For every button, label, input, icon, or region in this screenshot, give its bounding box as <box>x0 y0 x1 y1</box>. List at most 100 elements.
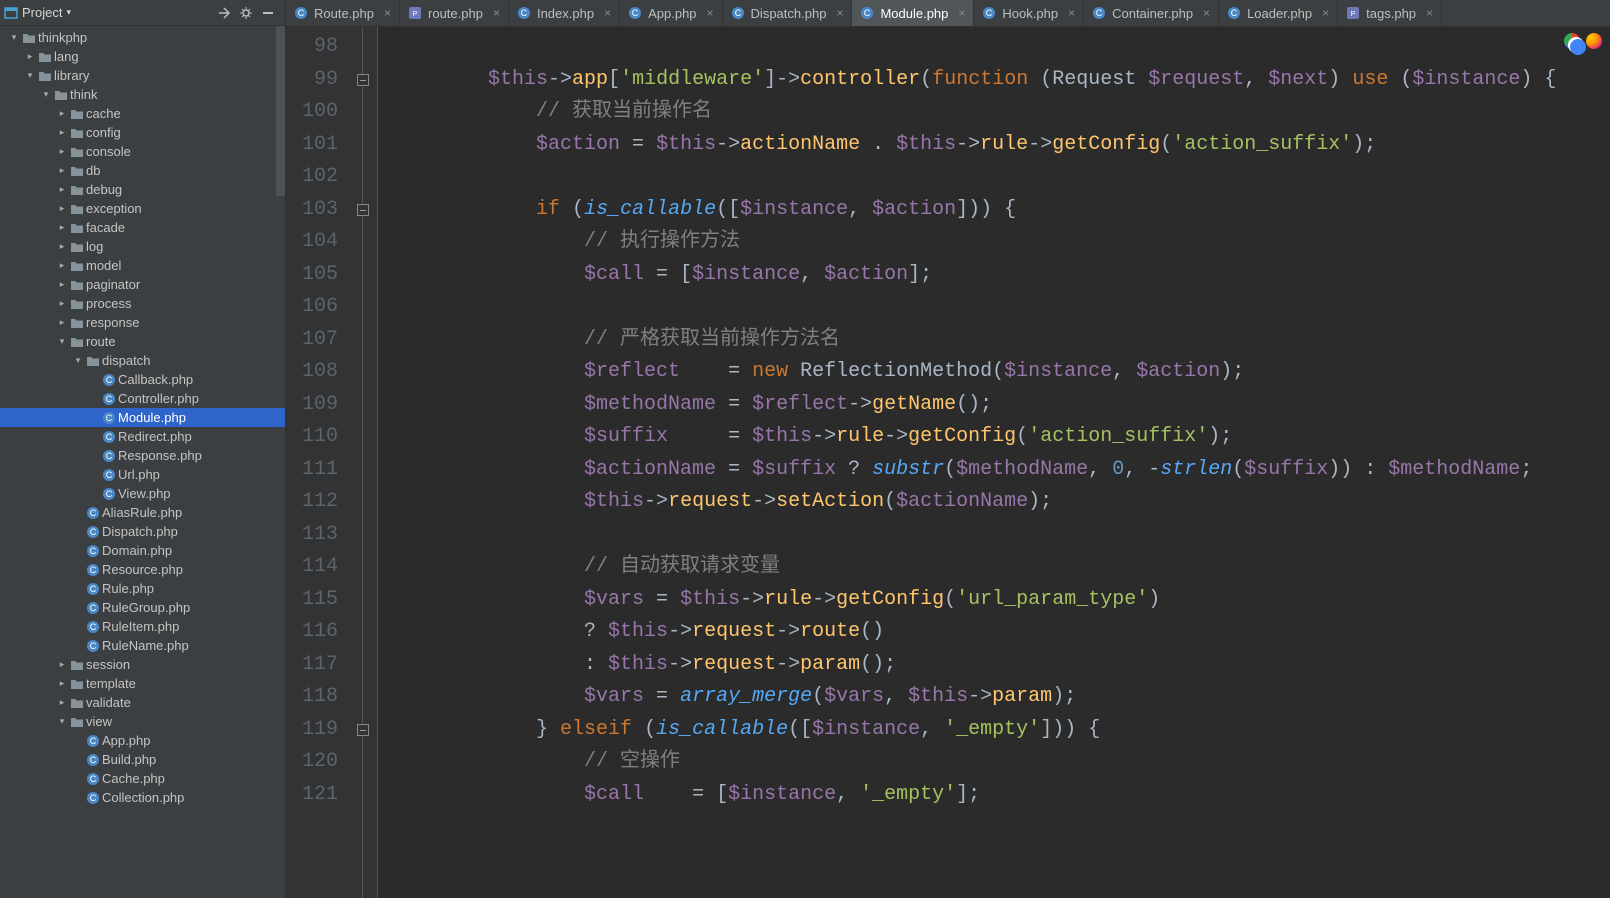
line-number[interactable]: 116 <box>286 616 338 649</box>
code-line[interactable]: $methodName = $reflect->getName(); <box>392 389 1610 422</box>
line-number[interactable]: 115 <box>286 584 338 617</box>
tree-item[interactable]: CDispatch.php <box>0 522 285 541</box>
tree-item[interactable]: ▸template <box>0 674 285 693</box>
line-number[interactable]: 101 <box>286 129 338 162</box>
gutter-fold[interactable] <box>356 27 378 898</box>
chevron-right-icon[interactable]: ▸ <box>56 697 68 708</box>
tree-item[interactable]: CRuleGroup.php <box>0 598 285 617</box>
fold-collapse-icon[interactable] <box>357 724 369 736</box>
chevron-down-icon[interactable]: ▾ <box>40 89 52 100</box>
tree-item[interactable]: CResource.php <box>0 560 285 579</box>
firefox-icon[interactable] <box>1586 33 1602 49</box>
close-icon[interactable]: × <box>1426 6 1433 20</box>
line-number[interactable]: 106 <box>286 291 338 324</box>
tree-item[interactable]: ▸lang <box>0 47 285 66</box>
chevron-right-icon[interactable]: ▸ <box>56 203 68 214</box>
gutter-line-numbers[interactable]: 9899100101102103104105106107108109110111… <box>286 27 356 898</box>
fold-collapse-icon[interactable] <box>357 204 369 216</box>
code-line[interactable]: $action = $this->actionName . $this->rul… <box>392 129 1610 162</box>
code-line[interactable] <box>392 161 1610 194</box>
line-number[interactable]: 102 <box>286 161 338 194</box>
project-tree[interactable]: ▾thinkphp▸lang▾library▾think▸cache▸confi… <box>0 26 285 898</box>
tree-item[interactable]: CModule.php <box>0 408 285 427</box>
tree-item[interactable]: ▸exception <box>0 199 285 218</box>
close-icon[interactable]: × <box>707 6 714 20</box>
code-line[interactable] <box>392 31 1610 64</box>
tree-item[interactable]: CUrl.php <box>0 465 285 484</box>
chevron-down-icon[interactable]: ▾ <box>56 716 68 727</box>
editor-tab[interactable]: CContainer.php× <box>1084 0 1219 26</box>
chevron-right-icon[interactable]: ▸ <box>56 260 68 271</box>
code-line[interactable]: $reflect = new ReflectionMethod($instanc… <box>392 356 1610 389</box>
editor-tab[interactable]: CRoute.php× <box>286 0 400 26</box>
tree-item[interactable]: CApp.php <box>0 731 285 750</box>
tree-item[interactable]: ▸validate <box>0 693 285 712</box>
gear-icon[interactable] <box>235 2 257 24</box>
code-editor[interactable]: $this->app['middleware']->controller(fun… <box>378 27 1610 898</box>
code-line[interactable]: // 严格获取当前操作方法名 <box>392 324 1610 357</box>
code-line[interactable]: // 执行操作方法 <box>392 226 1610 259</box>
tree-item[interactable]: ▸paginator <box>0 275 285 294</box>
editor-tab[interactable]: CLoader.php× <box>1219 0 1338 26</box>
tree-item[interactable]: CRule.php <box>0 579 285 598</box>
chrome-icon[interactable] <box>1564 33 1580 49</box>
line-number[interactable]: 114 <box>286 551 338 584</box>
chevron-right-icon[interactable]: ▸ <box>56 165 68 176</box>
tree-item[interactable]: CBuild.php <box>0 750 285 769</box>
tree-item[interactable]: ▸db <box>0 161 285 180</box>
code-line[interactable]: ? $this->request->route() <box>392 616 1610 649</box>
tree-item[interactable]: ▸response <box>0 313 285 332</box>
line-number[interactable]: 108 <box>286 356 338 389</box>
chevron-right-icon[interactable]: ▸ <box>56 241 68 252</box>
code-line[interactable]: $this->request->setAction($actionName); <box>392 486 1610 519</box>
close-icon[interactable]: × <box>1068 6 1075 20</box>
tree-item[interactable]: ▸session <box>0 655 285 674</box>
line-number[interactable]: 110 <box>286 421 338 454</box>
chevron-down-icon[interactable]: ▾ <box>56 336 68 347</box>
code-line[interactable]: $suffix = $this->rule->getConfig('action… <box>392 421 1610 454</box>
code-line[interactable]: // 自动获取请求变量 <box>392 551 1610 584</box>
chevron-right-icon[interactable]: ▸ <box>56 184 68 195</box>
tree-item[interactable]: CAliasRule.php <box>0 503 285 522</box>
tree-item[interactable]: CRedirect.php <box>0 427 285 446</box>
code-line[interactable]: $this->app['middleware']->controller(fun… <box>392 64 1610 97</box>
tree-item[interactable]: ▾route <box>0 332 285 351</box>
line-number[interactable]: 105 <box>286 259 338 292</box>
tree-item[interactable]: ▾library <box>0 66 285 85</box>
code-line[interactable]: $call = [$instance, $action]; <box>392 259 1610 292</box>
tree-item[interactable]: ▾think <box>0 85 285 104</box>
code-line[interactable]: if (is_callable([$instance, $action])) { <box>392 194 1610 227</box>
line-number[interactable]: 113 <box>286 519 338 552</box>
chevron-right-icon[interactable]: ▸ <box>56 298 68 309</box>
line-number[interactable]: 100 <box>286 96 338 129</box>
code-line[interactable] <box>392 519 1610 552</box>
close-icon[interactable]: × <box>493 6 500 20</box>
line-number[interactable]: 118 <box>286 681 338 714</box>
line-number[interactable]: 99 <box>286 64 338 97</box>
line-number[interactable]: 98 <box>286 31 338 64</box>
editor-tab[interactable]: CModule.php× <box>852 0 974 26</box>
tree-item[interactable]: CCollection.php <box>0 788 285 807</box>
chevron-down-icon[interactable]: ▾ <box>72 355 84 366</box>
code-line[interactable] <box>392 291 1610 324</box>
tree-item[interactable]: ▾view <box>0 712 285 731</box>
editor-tab[interactable]: CApp.php× <box>620 0 722 26</box>
code-line[interactable]: // 空操作 <box>392 746 1610 779</box>
tree-item[interactable]: ▸facade <box>0 218 285 237</box>
line-number[interactable]: 121 <box>286 779 338 812</box>
code-line[interactable]: $call = [$instance, '_empty']; <box>392 779 1610 812</box>
tree-item[interactable]: ▸console <box>0 142 285 161</box>
chevron-down-icon[interactable]: ▾ <box>24 70 36 81</box>
editor-tab[interactable]: CIndex.php× <box>509 0 620 26</box>
chevron-right-icon[interactable]: ▸ <box>24 51 36 62</box>
code-line[interactable]: : $this->request->param(); <box>392 649 1610 682</box>
code-line[interactable]: $vars = array_merge($vars, $this->param)… <box>392 681 1610 714</box>
tree-item[interactable]: ▸cache <box>0 104 285 123</box>
line-number[interactable]: 111 <box>286 454 338 487</box>
editor-tab[interactable]: Proute.php× <box>400 0 509 26</box>
line-number[interactable]: 112 <box>286 486 338 519</box>
chevron-right-icon[interactable]: ▸ <box>56 279 68 290</box>
tree-item[interactable]: CDomain.php <box>0 541 285 560</box>
chevron-right-icon[interactable]: ▸ <box>56 678 68 689</box>
code-line[interactable]: $actionName = $suffix ? substr($methodNa… <box>392 454 1610 487</box>
